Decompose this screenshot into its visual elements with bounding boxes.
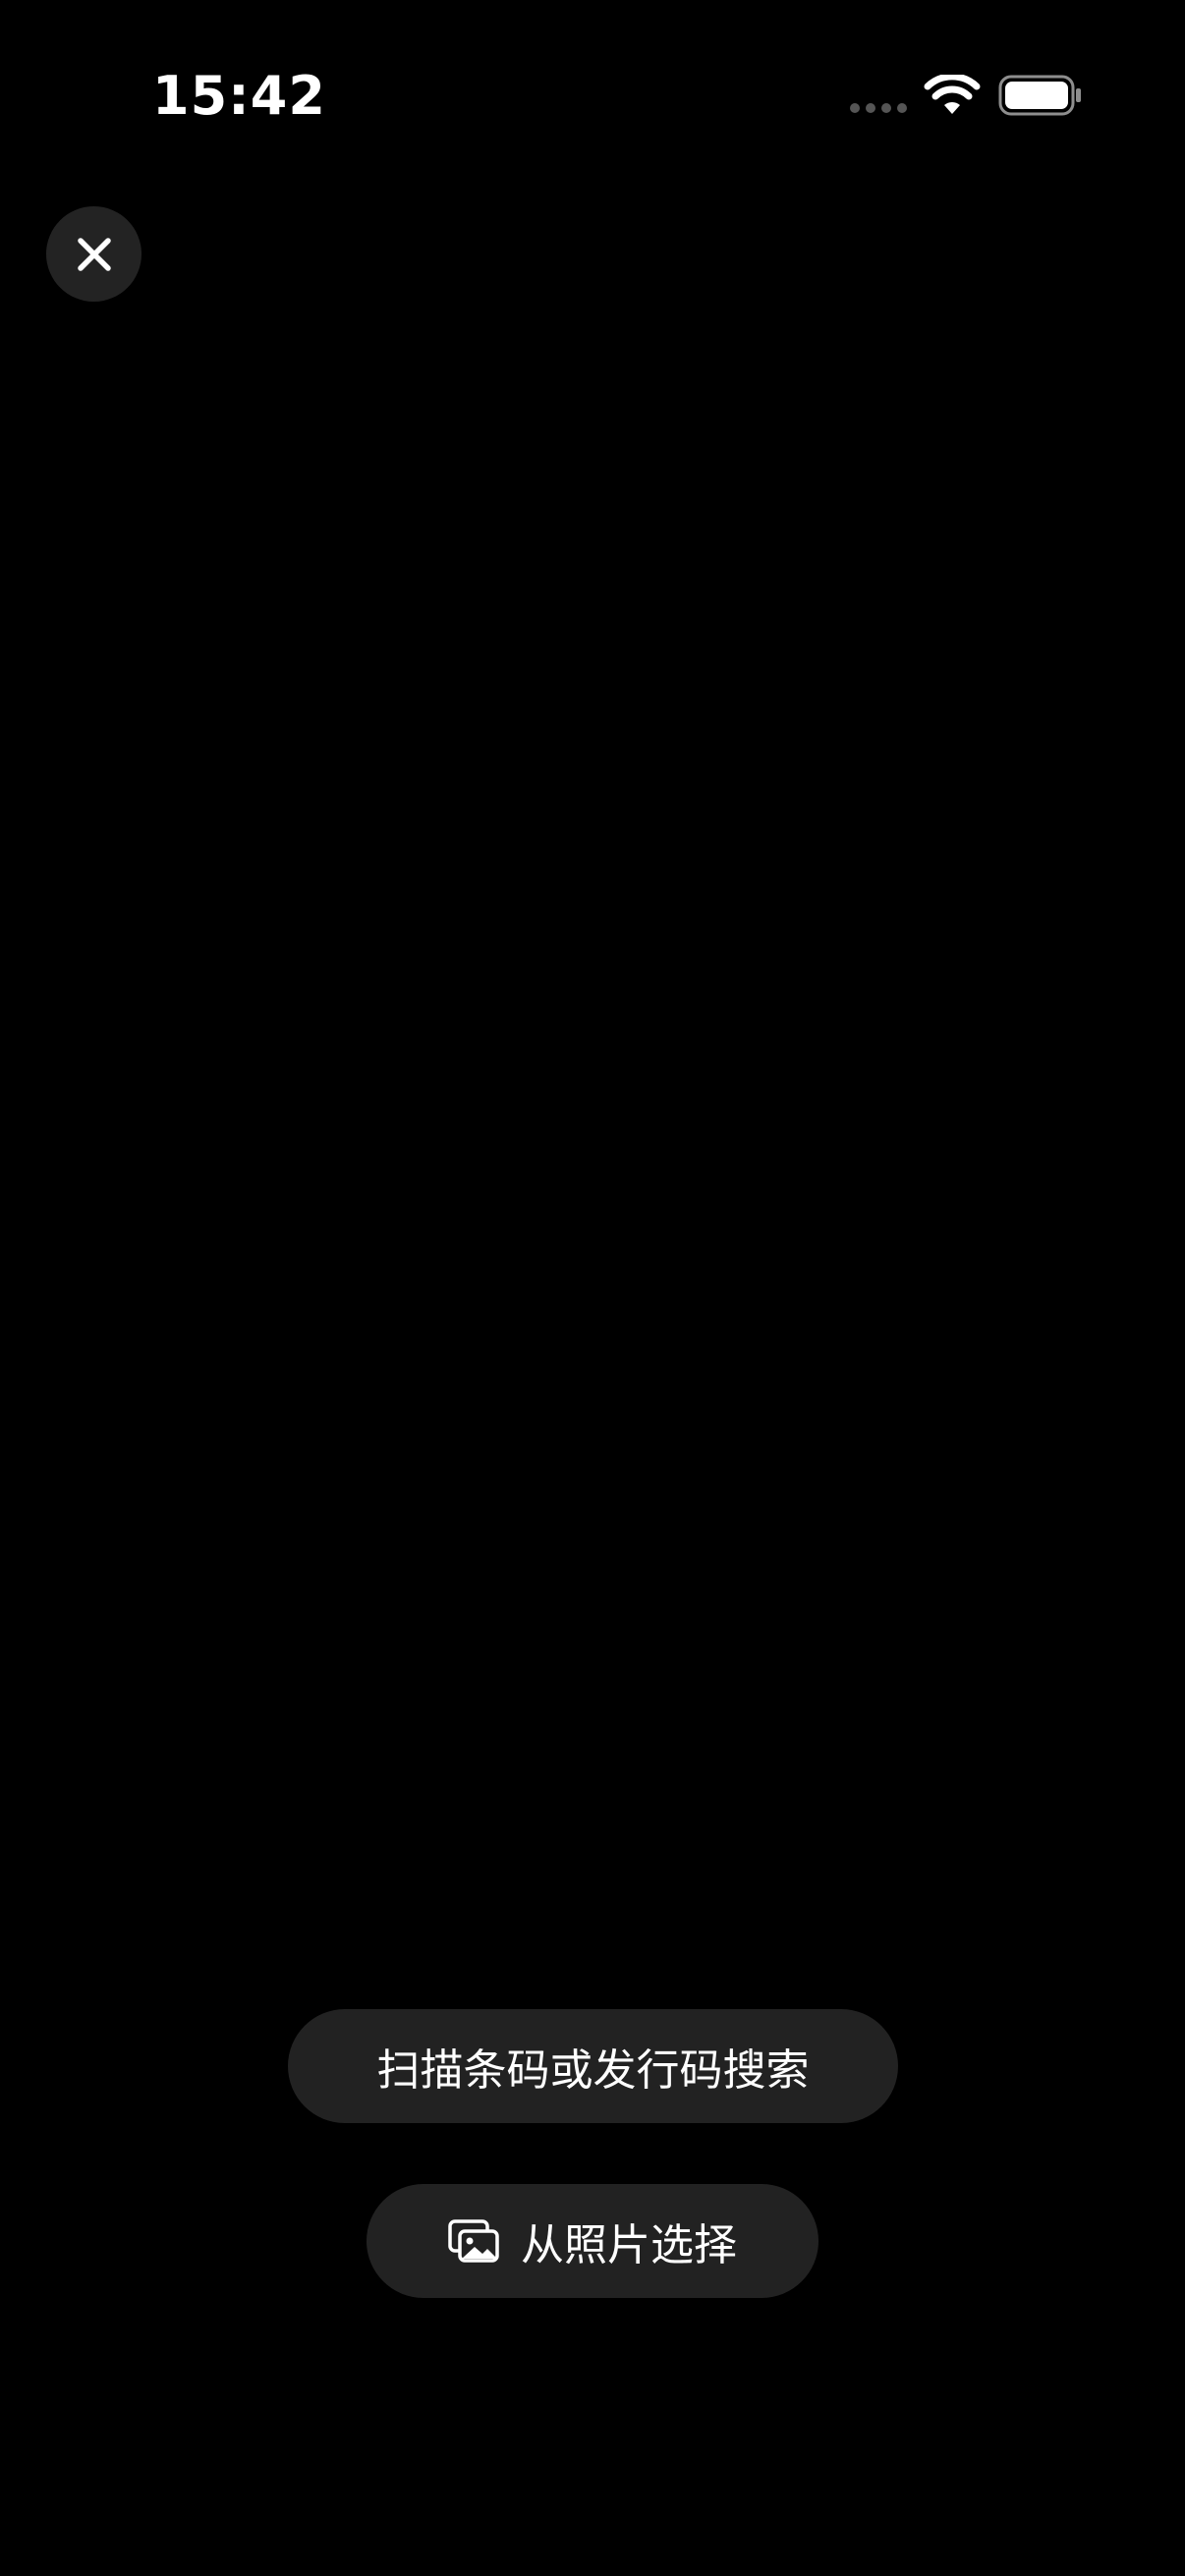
choose-from-photos-label: 从照片选择 (521, 2220, 737, 2270)
status-time: 15:42 (152, 65, 326, 127)
battery-icon (998, 75, 1081, 116)
choose-from-photos-button[interactable]: 从照片选择 (367, 2184, 818, 2298)
status-bar: 15:42 (0, 0, 1185, 187)
scan-barcode-label: 扫描条码或发行码搜索 (376, 2045, 810, 2096)
cellular-signal-icon (850, 103, 907, 113)
scan-barcode-prompt[interactable]: 扫描条码或发行码搜索 (288, 2009, 898, 2123)
wifi-icon (924, 75, 981, 114)
close-button[interactable] (46, 206, 141, 302)
close-icon (77, 237, 111, 271)
photo-library-icon (448, 2219, 499, 2263)
